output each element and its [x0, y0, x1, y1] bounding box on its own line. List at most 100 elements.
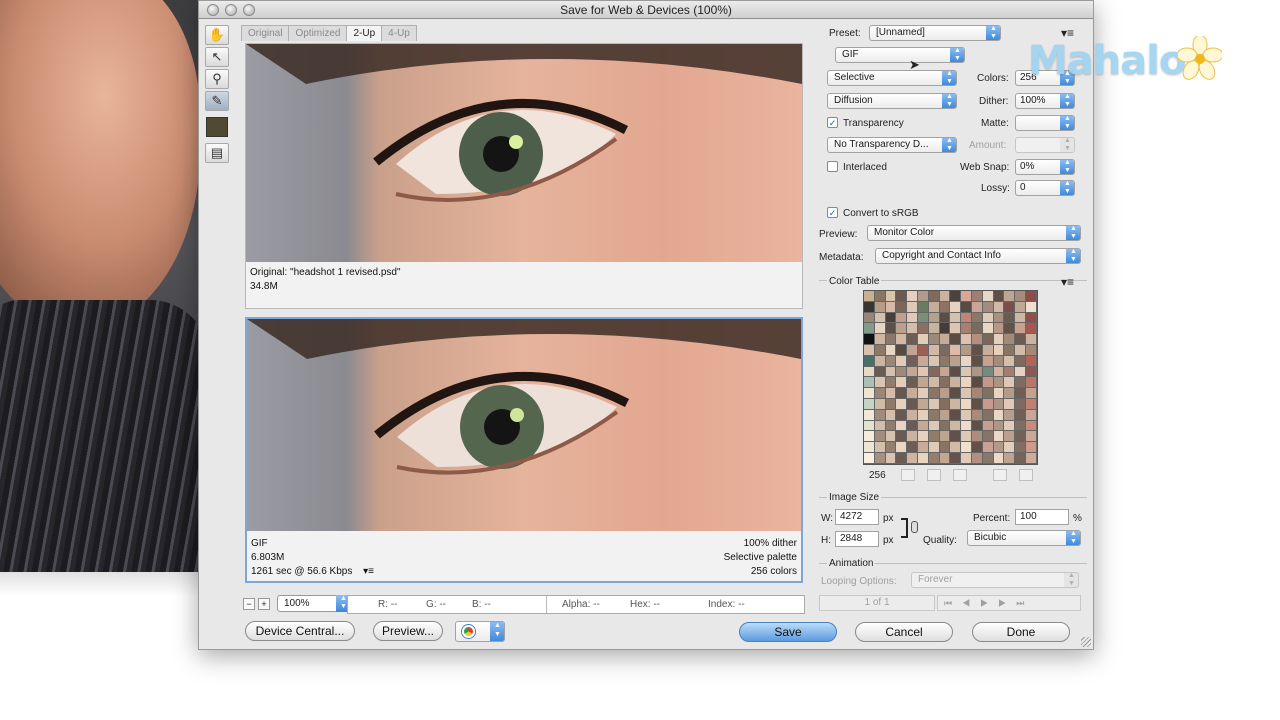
color-swatch[interactable] [896, 452, 908, 464]
color-swatch[interactable] [961, 291, 972, 302]
color-swatch[interactable] [939, 344, 951, 356]
color-swatch[interactable] [1004, 409, 1016, 421]
color-swatch[interactable] [1015, 366, 1026, 378]
color-swatch[interactable] [982, 312, 994, 324]
color-swatch[interactable] [982, 442, 994, 453]
color-swatch[interactable] [950, 312, 962, 324]
color-swatch[interactable] [874, 431, 886, 443]
color-swatch[interactable] [950, 409, 962, 421]
color-swatch[interactable] [1015, 323, 1026, 335]
color-swatch[interactable] [1015, 442, 1026, 453]
color-swatch[interactable] [896, 388, 908, 399]
color-swatch[interactable] [885, 344, 897, 356]
color-swatch[interactable] [885, 442, 897, 453]
color-swatch[interactable] [928, 398, 940, 410]
color-swatch[interactable] [950, 388, 962, 399]
color-swatch[interactable] [1025, 312, 1037, 324]
color-swatch[interactable] [928, 301, 940, 313]
map-color-icon[interactable] [901, 469, 915, 481]
color-swatch[interactable] [1004, 344, 1016, 356]
hand-tool-icon[interactable]: ✋ [205, 25, 229, 45]
color-swatch[interactable] [993, 409, 1005, 421]
color-swatch[interactable] [1004, 334, 1016, 345]
color-swatch[interactable] [907, 344, 918, 356]
color-swatch[interactable] [982, 355, 994, 367]
new-color-icon[interactable] [993, 469, 1007, 481]
color-swatch[interactable] [917, 398, 929, 410]
color-swatch[interactable] [864, 312, 875, 324]
color-swatch[interactable] [907, 312, 918, 324]
color-swatch[interactable] [874, 344, 886, 356]
color-swatch[interactable] [1015, 334, 1026, 345]
color-swatch[interactable] [971, 301, 983, 313]
color-swatch[interactable] [917, 355, 929, 367]
color-swatch[interactable] [917, 301, 929, 313]
color-swatch[interactable] [961, 366, 972, 378]
color-swatch[interactable] [1025, 301, 1037, 313]
color-swatch[interactable] [1004, 355, 1016, 367]
color-swatch[interactable] [950, 452, 962, 464]
dither-algorithm-select[interactable]: Diffusion ▲ ▼ [827, 93, 957, 109]
color-swatch[interactable] [993, 301, 1005, 313]
color-swatch[interactable] [993, 442, 1005, 453]
color-swatch[interactable] [982, 323, 994, 335]
color-swatch[interactable] [896, 334, 908, 345]
color-swatch[interactable] [1004, 377, 1016, 389]
color-swatch[interactable] [874, 301, 886, 313]
color-swatch[interactable] [961, 323, 972, 335]
color-swatch[interactable] [864, 420, 875, 432]
color-swatch[interactable] [917, 431, 929, 443]
color-swatch[interactable] [939, 377, 951, 389]
color-swatch[interactable] [928, 377, 940, 389]
color-swatch[interactable] [907, 323, 918, 335]
color-swatch[interactable] [961, 312, 972, 324]
color-swatch[interactable] [874, 409, 886, 421]
color-swatch[interactable] [896, 291, 908, 302]
color-table-menu-icon[interactable]: ▾≡ [1061, 275, 1074, 289]
color-swatch[interactable] [896, 323, 908, 335]
color-swatch[interactable] [971, 366, 983, 378]
color-swatch[interactable] [1004, 398, 1016, 410]
color-swatch[interactable] [896, 420, 908, 432]
close-window-icon[interactable] [207, 4, 219, 16]
color-swatch[interactable] [1025, 291, 1037, 302]
color-swatch[interactable] [896, 377, 908, 389]
cancel-button[interactable]: Cancel [855, 622, 953, 642]
color-swatch[interactable] [971, 344, 983, 356]
color-swatch[interactable] [1025, 452, 1037, 464]
color-swatch[interactable] [917, 420, 929, 432]
color-swatch[interactable] [1004, 323, 1016, 335]
color-swatch[interactable] [907, 291, 918, 302]
quality-select[interactable]: Bicubic ▲ ▼ [967, 530, 1081, 546]
color-swatch[interactable] [907, 442, 918, 453]
color-swatch[interactable] [939, 442, 951, 453]
percent-input[interactable]: 100 [1015, 509, 1069, 525]
color-swatch[interactable] [928, 334, 940, 345]
color-swatch[interactable] [864, 344, 875, 356]
color-swatch[interactable] [939, 355, 951, 367]
color-swatch[interactable] [896, 442, 908, 453]
color-swatch[interactable] [928, 388, 940, 399]
color-swatch[interactable] [993, 431, 1005, 443]
color-swatch[interactable] [928, 409, 940, 421]
color-swatch[interactable] [939, 323, 951, 335]
color-swatch[interactable] [982, 366, 994, 378]
color-swatch[interactable] [961, 301, 972, 313]
color-swatch[interactable] [864, 452, 875, 464]
color-swatch[interactable] [950, 398, 962, 410]
color-swatch[interactable] [864, 409, 875, 421]
color-swatch[interactable] [993, 452, 1005, 464]
color-swatch[interactable] [1004, 366, 1016, 378]
color-swatch[interactable] [971, 377, 983, 389]
color-swatch[interactable] [885, 323, 897, 335]
color-swatch[interactable] [971, 452, 983, 464]
play-icon[interactable]: ▶ [980, 598, 998, 608]
color-swatch[interactable] [1025, 442, 1037, 453]
color-swatch[interactable] [939, 301, 951, 313]
color-swatch[interactable] [874, 291, 886, 302]
color-swatch[interactable] [971, 334, 983, 345]
color-swatch[interactable] [917, 344, 929, 356]
resize-grip-icon[interactable] [1081, 637, 1091, 647]
color-swatch[interactable] [885, 452, 897, 464]
color-swatch[interactable] [928, 344, 940, 356]
